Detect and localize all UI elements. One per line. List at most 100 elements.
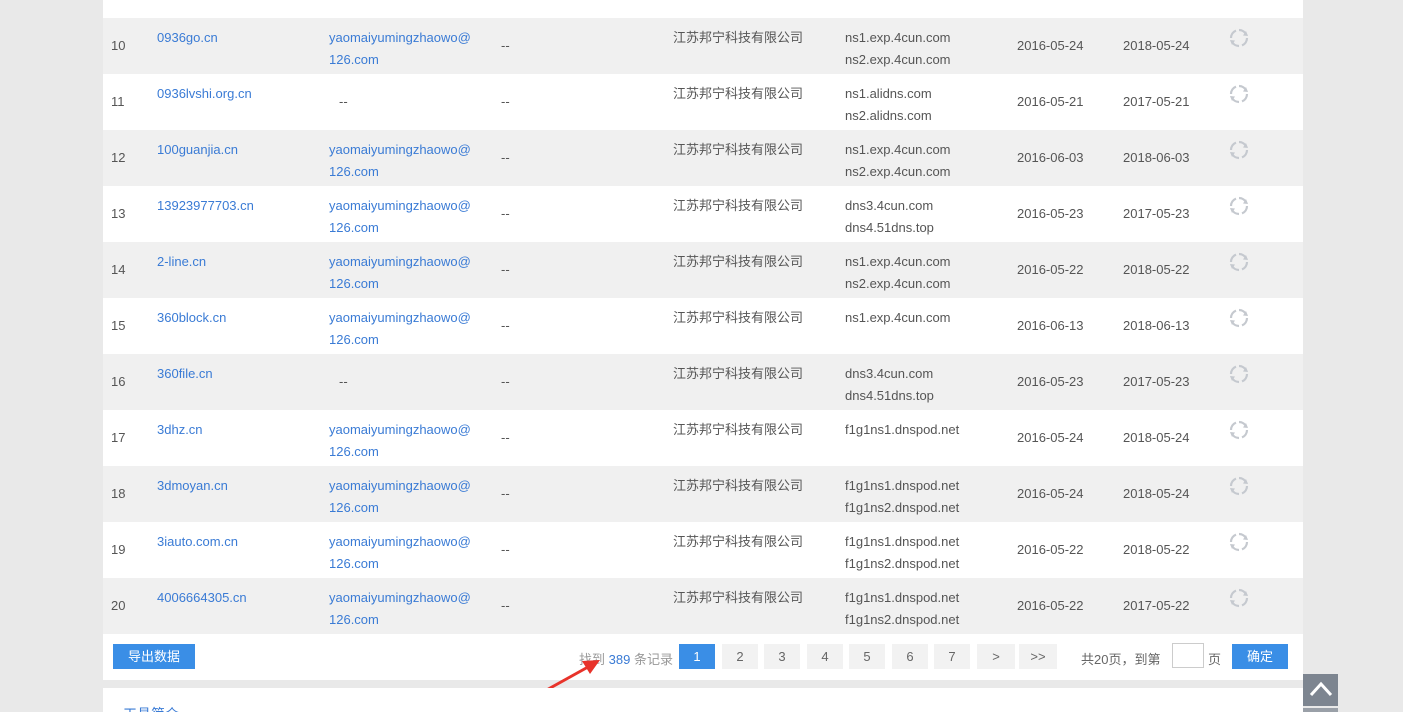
domain-link[interactable]: 0936go.cn [157, 27, 218, 49]
refresh-icon[interactable] [1229, 28, 1249, 48]
refresh-icon[interactable] [1229, 420, 1249, 440]
email-line-1: -- [339, 374, 348, 389]
nameserver-cell: ns1.exp.4cun.com ns2.exp.4cun.com [845, 27, 951, 71]
registrar-cell: 江苏邦宁科技有限公司 [673, 86, 804, 101]
results-table: 126.comf1g1ns2.dnspod.net 10 0936go.cn yaom… [103, 0, 1303, 680]
expiration-date: 2017-05-23 [1123, 206, 1190, 221]
row-number: 10 [111, 38, 126, 53]
row-number: 19 [111, 542, 126, 557]
refresh-icon[interactable] [1229, 476, 1249, 496]
registration-date: 2016-05-24 [1017, 486, 1084, 501]
page-button[interactable]: 5 [849, 644, 885, 669]
domain-link[interactable]: 13923977703.cn [157, 195, 254, 217]
contact-cell: -- [501, 374, 510, 389]
registration-date: 2016-05-22 [1017, 542, 1084, 557]
refresh-icon[interactable] [1229, 84, 1249, 104]
refresh-icon[interactable] [1229, 252, 1249, 272]
found-count: 389 [608, 652, 631, 667]
registrant-email[interactable]: yaomaiyumingzhaowo@ 126.com [329, 27, 471, 71]
page-jump-input[interactable] [1172, 643, 1204, 668]
table-row: 15 360block.cn yaomaiyumingzhaowo@ 126.com -… [103, 298, 1303, 354]
table-row: 11 0936lvshi.org.cn -- -- 江苏邦宁科技有限公司 ns1.alid… [103, 74, 1303, 130]
registrant-email[interactable]: yaomaiyumingzhaowo@ 126.com [329, 195, 471, 239]
row-number: 14 [111, 262, 126, 277]
domain-link[interactable]: 100guanjia.cn [157, 139, 238, 161]
table-row: 17 3dhz.cn yaomaiyumingzhaowo@ 126.com -- 江苏邦… [103, 410, 1303, 466]
contact-cell: -- [501, 486, 510, 501]
page-button[interactable]: 4 [807, 644, 843, 669]
row-number: 18 [111, 486, 126, 501]
registration-date: 2016-05-24 [1017, 430, 1084, 445]
refresh-icon[interactable] [1229, 140, 1249, 160]
nameserver-cell: ns1.alidns.com ns2.alidns.com [845, 83, 932, 127]
chevron-up-icon [1309, 681, 1332, 697]
registrar-cell: 江苏邦宁科技有限公司 [673, 422, 804, 437]
email-line-1: -- [339, 94, 348, 109]
contact-cell: -- [501, 598, 510, 613]
table-row: 126.comf1g1ns2.dnspod.net [103, 0, 1303, 18]
nameserver-2: ns2.alidns.com [845, 108, 932, 123]
registrant-email[interactable]: yaomaiyumingzhaowo@ 126.com [329, 531, 471, 575]
registration-date: 2016-06-03 [1017, 150, 1084, 165]
registrant-email[interactable]: yaomaiyumingzhaowo@ 126.com [329, 251, 471, 295]
expiration-date: 2017-05-22 [1123, 598, 1190, 613]
page-button[interactable]: 1 [679, 644, 715, 669]
export-data-button[interactable]: 导出数据 [113, 644, 195, 669]
domain-link[interactable]: 360file.cn [157, 363, 213, 385]
registration-date: 2016-05-21 [1017, 94, 1084, 109]
table-row: 19 3iauto.com.cn yaomaiyumingzhaowo@ 126.co… [103, 522, 1303, 578]
nameserver-2: ns2.exp.4cun.com [845, 276, 951, 291]
email-line-2: 126.com [329, 220, 379, 235]
domain-link[interactable]: 0936lvshi.org.cn [157, 83, 252, 105]
registrant-email: -- [339, 371, 348, 393]
registrar-cell: 江苏邦宁科技有限公司 [673, 142, 804, 157]
page-button[interactable]: 2 [722, 644, 758, 669]
email-line-2: 126.com [329, 52, 379, 67]
nameserver-cell: dns3.4cun.com dns4.51dns.top [845, 363, 934, 407]
domain-link[interactable]: 3dhz.cn [157, 419, 203, 441]
expiration-date: 2018-06-13 [1123, 318, 1190, 333]
registrant-email[interactable]: yaomaiyumingzhaowo@ 126.com [329, 139, 471, 183]
contact-cell: -- [501, 94, 510, 109]
back-to-top-button[interactable] [1303, 674, 1338, 706]
expiration-date: 2018-05-22 [1123, 262, 1190, 277]
refresh-icon[interactable] [1229, 364, 1249, 384]
refresh-icon[interactable] [1229, 308, 1249, 328]
registrant-email[interactable]: yaomaiyumingzhaowo@ 126.com [329, 587, 471, 631]
page-unit-label: 页 [1208, 652, 1222, 667]
nameserver-2: ns2.exp.4cun.com [845, 164, 951, 179]
email-line-1: yaomaiyumingzhaowo@ [329, 534, 471, 549]
page-button[interactable]: 3 [764, 644, 800, 669]
domain-link[interactable]: 2-line.cn [157, 251, 206, 273]
page-button[interactable]: 6 [892, 644, 928, 669]
page-button[interactable]: 7 [934, 644, 970, 669]
table-row: 16 360file.cn -- -- 江苏邦宁科技有限公司 dns3.4cun.com d… [103, 354, 1303, 410]
nameserver-2: dns4.51dns.top [845, 220, 934, 235]
domain-link[interactable]: 3iauto.com.cn [157, 531, 238, 553]
refresh-icon[interactable] [1229, 532, 1249, 552]
page-button[interactable]: >> [1019, 644, 1057, 669]
confirm-button[interactable]: 确定 [1232, 644, 1288, 669]
page-button[interactable]: > [977, 644, 1015, 669]
expiration-date: 2017-05-23 [1123, 374, 1190, 389]
nameserver-1: f1g1ns1.dnspod.net [845, 534, 960, 549]
email-line-1: yaomaiyumingzhaowo@ [329, 310, 471, 325]
domain-link[interactable]: 360block.cn [157, 307, 226, 329]
registrant-email[interactable]: yaomaiyumingzhaowo@ 126.com [329, 475, 471, 519]
registrant-email[interactable]: yaomaiyumingzhaowo@ 126.com [329, 419, 471, 463]
expiration-date: 2018-05-24 [1123, 430, 1190, 445]
registration-date: 2016-05-22 [1017, 262, 1084, 277]
registrant-email[interactable]: yaomaiyumingzhaowo@ 126.com [329, 307, 471, 351]
nameserver-1: f1g1ns1.dnspod.net [845, 422, 960, 437]
nameserver-1: dns3.4cun.com [845, 366, 934, 381]
nameserver-1: ns1.exp.4cun.com [845, 310, 951, 325]
refresh-icon[interactable] [1229, 588, 1249, 608]
nameserver-2: ns2.exp.4cun.com [845, 52, 951, 67]
nameserver-cell: f1g1ns1.dnspod.net [845, 419, 959, 441]
domain-link[interactable]: 3dmoyan.cn [157, 475, 228, 497]
refresh-icon[interactable] [1229, 196, 1249, 216]
email-line-1: yaomaiyumingzhaowo@ [329, 142, 471, 157]
domain-link[interactable]: 4006664305.cn [157, 587, 247, 609]
nameserver-1: ns1.exp.4cun.com [845, 30, 951, 45]
tool-intro-title[interactable]: 工具简介 [123, 704, 179, 712]
